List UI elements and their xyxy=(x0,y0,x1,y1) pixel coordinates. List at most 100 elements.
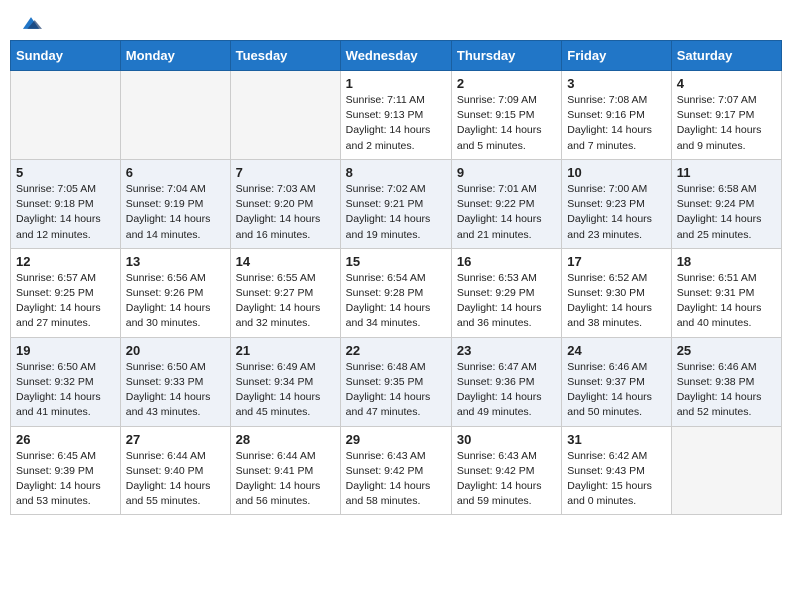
calendar-cell: 20Sunrise: 6:50 AMSunset: 9:33 PMDayligh… xyxy=(120,337,230,426)
calendar-cell: 7Sunrise: 7:03 AMSunset: 9:20 PMDaylight… xyxy=(230,159,340,248)
cell-info: Sunrise: 6:57 AMSunset: 9:25 PMDaylight:… xyxy=(16,271,115,332)
calendar-cell: 13Sunrise: 6:56 AMSunset: 9:26 PMDayligh… xyxy=(120,248,230,337)
day-number: 4 xyxy=(677,76,776,91)
day-number: 13 xyxy=(126,254,225,269)
cell-info: Sunrise: 6:46 AMSunset: 9:38 PMDaylight:… xyxy=(677,360,776,421)
header xyxy=(0,0,792,40)
day-number: 18 xyxy=(677,254,776,269)
cell-info: Sunrise: 7:02 AMSunset: 9:21 PMDaylight:… xyxy=(346,182,446,243)
cell-info: Sunrise: 6:44 AMSunset: 9:41 PMDaylight:… xyxy=(236,449,335,510)
day-number: 24 xyxy=(567,343,665,358)
calendar-cell xyxy=(11,71,121,160)
day-number: 8 xyxy=(346,165,446,180)
weekday-header-row: SundayMondayTuesdayWednesdayThursdayFrid… xyxy=(11,41,782,71)
logo xyxy=(18,12,42,34)
day-number: 11 xyxy=(677,165,776,180)
calendar-cell: 2Sunrise: 7:09 AMSunset: 9:15 PMDaylight… xyxy=(451,71,561,160)
calendar-cell xyxy=(120,71,230,160)
cell-info: Sunrise: 6:44 AMSunset: 9:40 PMDaylight:… xyxy=(126,449,225,510)
cell-info: Sunrise: 6:47 AMSunset: 9:36 PMDaylight:… xyxy=(457,360,556,421)
cell-info: Sunrise: 6:46 AMSunset: 9:37 PMDaylight:… xyxy=(567,360,665,421)
weekday-header-wednesday: Wednesday xyxy=(340,41,451,71)
weekday-header-friday: Friday xyxy=(562,41,671,71)
cell-info: Sunrise: 6:51 AMSunset: 9:31 PMDaylight:… xyxy=(677,271,776,332)
cell-info: Sunrise: 6:43 AMSunset: 9:42 PMDaylight:… xyxy=(346,449,446,510)
day-number: 17 xyxy=(567,254,665,269)
cell-info: Sunrise: 7:00 AMSunset: 9:23 PMDaylight:… xyxy=(567,182,665,243)
cell-info: Sunrise: 7:07 AMSunset: 9:17 PMDaylight:… xyxy=(677,93,776,154)
calendar-cell: 18 Sunrise: 6:51 AMSunset: 9:31 PMDayligh… xyxy=(671,248,781,337)
calendar-cell: 12 Sunrise: 6:57 AMSunset: 9:25 PMDayligh… xyxy=(11,248,121,337)
weekday-header-tuesday: Tuesday xyxy=(230,41,340,71)
day-number: 15 xyxy=(346,254,446,269)
cell-info: Sunrise: 7:01 AMSunset: 9:22 PMDaylight:… xyxy=(457,182,556,243)
calendar-cell: 29 Sunrise: 6:43 AMSunset: 9:42 PMDayligh… xyxy=(340,426,451,515)
calendar-container: SundayMondayTuesdayWednesdayThursdayFrid… xyxy=(0,40,792,525)
calendar-cell: 10 Sunrise: 7:00 AMSunset: 9:23 PMDayligh… xyxy=(562,159,671,248)
calendar-cell: 8 Sunrise: 7:02 AMSunset: 9:21 PMDaylight… xyxy=(340,159,451,248)
day-number: 9 xyxy=(457,165,556,180)
calendar-cell: 24 Sunrise: 6:46 AMSunset: 9:37 PMDayligh… xyxy=(562,337,671,426)
calendar-cell: 4 Sunrise: 7:07 AMSunset: 9:17 PMDaylight… xyxy=(671,71,781,160)
calendar-cell: 17 Sunrise: 6:52 AMSunset: 9:30 PMDayligh… xyxy=(562,248,671,337)
calendar-cell: 1Sunrise: 7:11 AMSunset: 9:13 PMDaylight… xyxy=(340,71,451,160)
calendar-cell: 30 Sunrise: 6:43 AMSunset: 9:42 PMDayligh… xyxy=(451,426,561,515)
calendar-cell: 3 Sunrise: 7:08 AMSunset: 9:16 PMDaylight… xyxy=(562,71,671,160)
calendar-cell: 5 Sunrise: 7:05 AMSunset: 9:18 PMDaylight… xyxy=(11,159,121,248)
day-number: 7 xyxy=(236,165,335,180)
calendar-table: SundayMondayTuesdayWednesdayThursdayFrid… xyxy=(10,40,782,515)
calendar-cell: 26Sunrise: 6:45 AMSunset: 9:39 PMDayligh… xyxy=(11,426,121,515)
cell-info: Sunrise: 6:50 AMSunset: 9:33 PMDaylight:… xyxy=(126,360,225,421)
day-number: 25 xyxy=(677,343,776,358)
cell-info: Sunrise: 6:49 AMSunset: 9:34 PMDaylight:… xyxy=(236,360,335,421)
calendar-cell: 9 Sunrise: 7:01 AMSunset: 9:22 PMDaylight… xyxy=(451,159,561,248)
cell-info: Sunrise: 7:08 AMSunset: 9:16 PMDaylight:… xyxy=(567,93,665,154)
calendar-week-row: 26Sunrise: 6:45 AMSunset: 9:39 PMDayligh… xyxy=(11,426,782,515)
day-number: 22 xyxy=(346,343,446,358)
day-number: 31 xyxy=(567,432,665,447)
calendar-cell: 28 Sunrise: 6:44 AMSunset: 9:41 PMDayligh… xyxy=(230,426,340,515)
calendar-cell: 27 Sunrise: 6:44 AMSunset: 9:40 PMDayligh… xyxy=(120,426,230,515)
calendar-week-row: 12 Sunrise: 6:57 AMSunset: 9:25 PMDayligh… xyxy=(11,248,782,337)
day-number: 10 xyxy=(567,165,665,180)
day-number: 6 xyxy=(126,165,225,180)
day-number: 29 xyxy=(346,432,446,447)
cell-info: Sunrise: 7:11 AMSunset: 9:13 PMDaylight:… xyxy=(346,93,446,154)
day-number: 16 xyxy=(457,254,556,269)
day-number: 3 xyxy=(567,76,665,91)
cell-info: Sunrise: 6:52 AMSunset: 9:30 PMDaylight:… xyxy=(567,271,665,332)
cell-info: Sunrise: 6:58 AMSunset: 9:24 PMDaylight:… xyxy=(677,182,776,243)
page-wrapper: SundayMondayTuesdayWednesdayThursdayFrid… xyxy=(0,0,792,525)
day-number: 14 xyxy=(236,254,335,269)
day-number: 12 xyxy=(16,254,115,269)
calendar-cell: 25 Sunrise: 6:46 AMSunset: 9:38 PMDayligh… xyxy=(671,337,781,426)
calendar-cell: 6 Sunrise: 7:04 AMSunset: 9:19 PMDaylight… xyxy=(120,159,230,248)
calendar-cell xyxy=(230,71,340,160)
cell-info: Sunrise: 7:05 AMSunset: 9:18 PMDaylight:… xyxy=(16,182,115,243)
calendar-cell: 16 Sunrise: 6:53 AMSunset: 9:29 PMDayligh… xyxy=(451,248,561,337)
cell-info: Sunrise: 7:04 AMSunset: 9:19 PMDaylight:… xyxy=(126,182,225,243)
calendar-week-row: 19Sunrise: 6:50 AMSunset: 9:32 PMDayligh… xyxy=(11,337,782,426)
cell-info: Sunrise: 6:53 AMSunset: 9:29 PMDaylight:… xyxy=(457,271,556,332)
cell-info: Sunrise: 6:43 AMSunset: 9:42 PMDaylight:… xyxy=(457,449,556,510)
cell-info: Sunrise: 6:55 AMSunset: 9:27 PMDaylight:… xyxy=(236,271,335,332)
calendar-week-row: 5 Sunrise: 7:05 AMSunset: 9:18 PMDaylight… xyxy=(11,159,782,248)
calendar-cell: 14 Sunrise: 6:55 AMSunset: 9:27 PMDayligh… xyxy=(230,248,340,337)
cell-info: Sunrise: 6:50 AMSunset: 9:32 PMDaylight:… xyxy=(16,360,115,421)
day-number: 23 xyxy=(457,343,556,358)
day-number: 27 xyxy=(126,432,225,447)
cell-info: Sunrise: 7:09 AMSunset: 9:15 PMDaylight:… xyxy=(457,93,556,154)
weekday-header-monday: Monday xyxy=(120,41,230,71)
day-number: 28 xyxy=(236,432,335,447)
calendar-week-row: 1Sunrise: 7:11 AMSunset: 9:13 PMDaylight… xyxy=(11,71,782,160)
calendar-cell: 31Sunrise: 6:42 AMSunset: 9:43 PMDayligh… xyxy=(562,426,671,515)
logo-icon xyxy=(20,12,42,34)
weekday-header-thursday: Thursday xyxy=(451,41,561,71)
day-number: 30 xyxy=(457,432,556,447)
cell-info: Sunrise: 6:54 AMSunset: 9:28 PMDaylight:… xyxy=(346,271,446,332)
weekday-header-sunday: Sunday xyxy=(11,41,121,71)
calendar-cell xyxy=(671,426,781,515)
day-number: 21 xyxy=(236,343,335,358)
calendar-cell: 11 Sunrise: 6:58 AMSunset: 9:24 PMDayligh… xyxy=(671,159,781,248)
day-number: 5 xyxy=(16,165,115,180)
